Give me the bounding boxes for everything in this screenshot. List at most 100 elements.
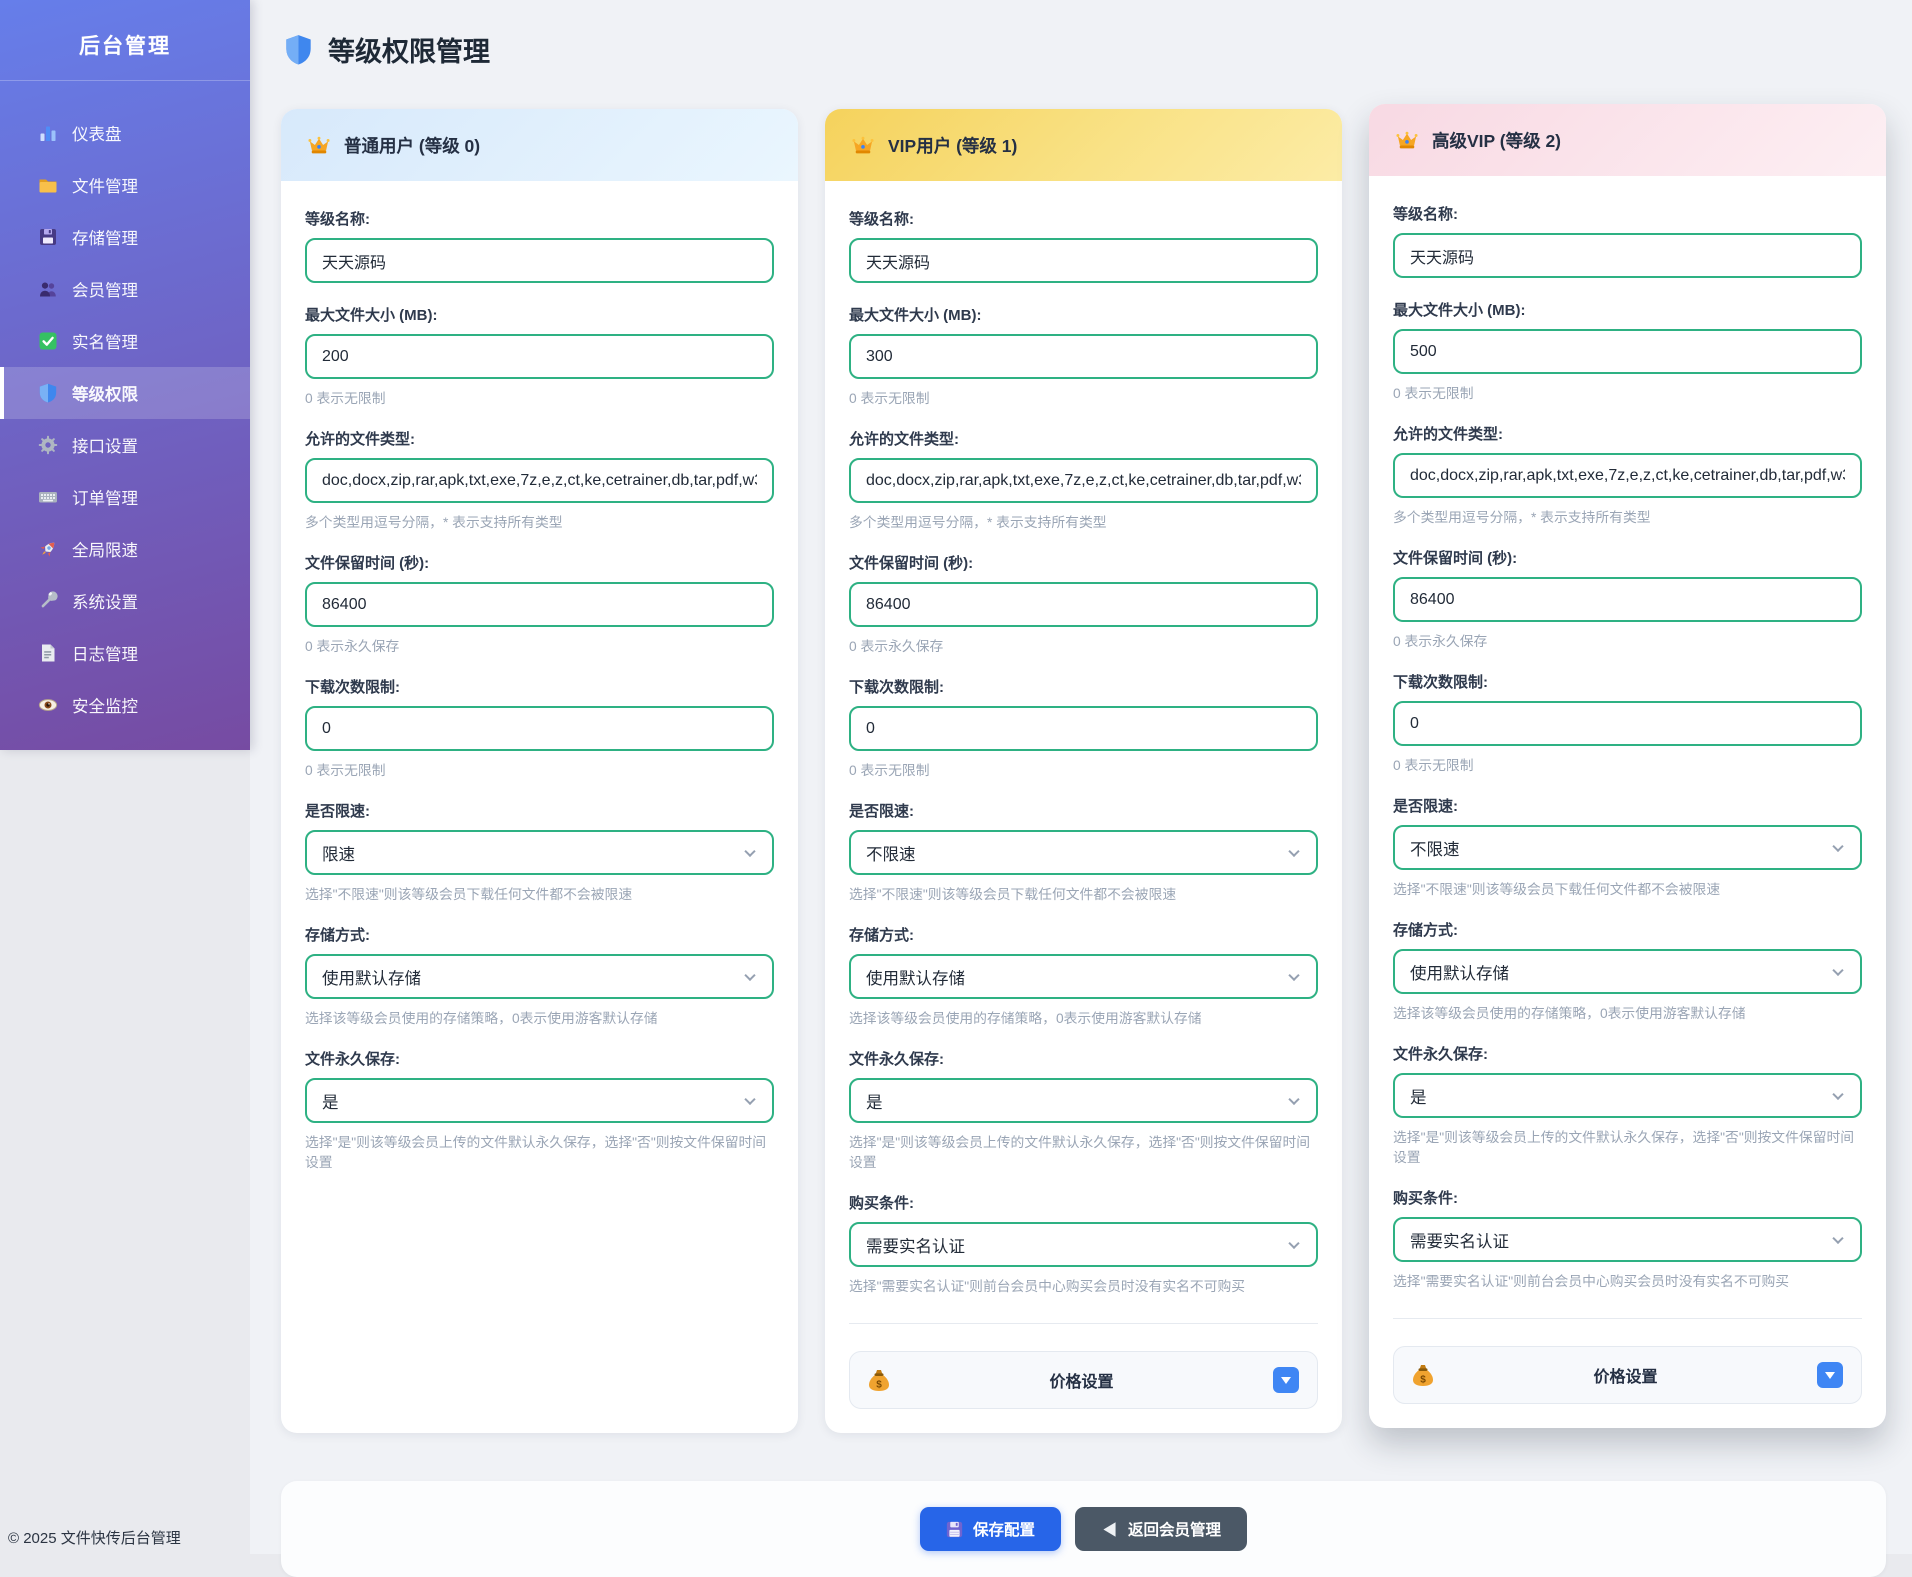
sidebar-item-label: 仪表盘	[72, 121, 122, 145]
price-toggle-button[interactable]	[1817, 1362, 1843, 1388]
permanent-label: 文件永久保存:	[849, 1048, 1318, 1069]
level-name-input[interactable]	[1393, 233, 1862, 278]
file-types-input[interactable]	[1393, 453, 1862, 498]
download-limit-input[interactable]	[305, 706, 774, 751]
sidebar-item-label: 会员管理	[72, 277, 138, 301]
permanent-label: 文件永久保存:	[1393, 1043, 1862, 1064]
crown-icon	[307, 135, 331, 155]
storage-select[interactable]: 使用默认存储	[1393, 949, 1862, 994]
triangle-down-icon	[1281, 1377, 1291, 1384]
chevron-down-icon	[1288, 1093, 1299, 1104]
permanent-save-select[interactable]: 是	[305, 1078, 774, 1123]
sidebar-item-9[interactable]: 系统设置	[0, 575, 250, 627]
price-settings-label: 价格设置	[1444, 1363, 1807, 1387]
sidebar-item-label: 日志管理	[72, 641, 138, 665]
speed-limit-select[interactable]: 不限速	[849, 830, 1318, 875]
chevron-down-icon	[744, 1093, 755, 1104]
download-limit-input[interactable]	[849, 706, 1318, 751]
level-card-1: VIP用户 (等级 1) 等级名称: 最大文件大小 (MB): 0 表示无限制 …	[825, 109, 1342, 1433]
sidebar-item-6[interactable]: 接口设置	[0, 419, 250, 471]
purchase-condition-select[interactable]: 需要实名认证	[1393, 1217, 1862, 1262]
level-name-input[interactable]	[305, 238, 774, 283]
file-types-hint: 多个类型用逗号分隔，* 表示支持所有类型	[1393, 506, 1862, 526]
save-config-button[interactable]: 保存配置	[920, 1507, 1061, 1551]
speed-limit-select[interactable]: 不限速	[1393, 825, 1862, 870]
page-header: 等级权限管理	[285, 30, 1886, 69]
permanent-hint: 选择"是"则该等级会员上传的文件默认永久保存，选择"否"则按文件保留时间设置	[849, 1131, 1318, 1171]
sidebar: 后台管理 仪表盘 文件管理 存储管理 会员管理 实名管理 等级权限 接口设置 订…	[0, 0, 250, 750]
permanent-save-select[interactable]: 是	[849, 1078, 1318, 1123]
level-name-input[interactable]	[849, 238, 1318, 283]
speed-limit-label: 是否限速:	[305, 800, 774, 821]
sidebar-item-1[interactable]: 文件管理	[0, 159, 250, 211]
retention-label: 文件保留时间 (秒):	[305, 552, 774, 573]
sidebar-item-2[interactable]: 存储管理	[0, 211, 250, 263]
save-button-label: 保存配置	[973, 1518, 1035, 1540]
file-types-input[interactable]	[849, 458, 1318, 503]
price-settings-row[interactable]: 价格设置	[1393, 1346, 1862, 1404]
sidebar-item-label: 安全监控	[72, 693, 138, 717]
card-header: 普通用户 (等级 0)	[281, 109, 798, 181]
download-limit-input[interactable]	[1393, 701, 1862, 746]
sidebar-item-11[interactable]: 安全监控	[0, 679, 250, 731]
purchase-condition-select[interactable]: 需要实名认证	[849, 1222, 1318, 1267]
retention-label: 文件保留时间 (秒):	[1393, 547, 1862, 568]
sidebar-item-0[interactable]: 仪表盘	[0, 107, 250, 159]
purchase-label: 购买条件:	[849, 1192, 1318, 1213]
max-size-input[interactable]	[305, 334, 774, 379]
download-limit-label: 下载次数限制:	[849, 676, 1318, 697]
sidebar-item-10[interactable]: 日志管理	[0, 627, 250, 679]
retention-hint: 0 表示永久保存	[1393, 630, 1862, 650]
max-size-hint: 0 表示无限制	[305, 387, 774, 407]
speed-rocket-icon	[38, 539, 58, 559]
max-size-input[interactable]	[849, 334, 1318, 379]
chevron-down-icon	[1288, 969, 1299, 980]
price-toggle-button[interactable]	[1273, 1367, 1299, 1393]
footer-bar: 保存配置 返回会员管理	[281, 1481, 1886, 1577]
retention-input[interactable]	[1393, 577, 1862, 622]
sidebar-item-label: 等级权限	[72, 381, 138, 405]
sidebar-item-5[interactable]: 等级权限	[0, 367, 250, 419]
speed-limit-label: 是否限速:	[1393, 795, 1862, 816]
price-settings-row[interactable]: 价格设置	[849, 1351, 1318, 1409]
retention-input[interactable]	[849, 582, 1318, 627]
file-types-hint: 多个类型用逗号分隔，* 表示支持所有类型	[305, 511, 774, 531]
speed-limit-select[interactable]: 限速	[305, 830, 774, 875]
page-title: 等级权限管理	[328, 30, 490, 69]
max-size-input[interactable]	[1393, 329, 1862, 374]
retention-label: 文件保留时间 (秒):	[849, 552, 1318, 573]
file-types-input[interactable]	[305, 458, 774, 503]
permanent-save-select[interactable]: 是	[1393, 1073, 1862, 1118]
retention-input[interactable]	[305, 582, 774, 627]
main-content: 等级权限管理 普通用户 (等级 0) 等级名称: 最大文件大小 (MB): 0 …	[250, 0, 1912, 1554]
max-size-label: 最大文件大小 (MB):	[849, 304, 1318, 325]
triangle-down-icon	[1825, 1372, 1835, 1379]
level-card-2: 高级VIP (等级 2) 等级名称: 最大文件大小 (MB): 0 表示无限制 …	[1369, 104, 1886, 1428]
sidebar-item-4[interactable]: 实名管理	[0, 315, 250, 367]
storage-select[interactable]: 使用默认存储	[849, 954, 1318, 999]
sidebar-item-label: 存储管理	[72, 225, 138, 249]
moneybag-icon	[1412, 1363, 1434, 1387]
sidebar-item-8[interactable]: 全局限速	[0, 523, 250, 575]
purchase-hint: 选择"需要实名认证"则前台会员中心购买会员时没有实名不可购买	[849, 1275, 1318, 1295]
storage-select[interactable]: 使用默认存储	[305, 954, 774, 999]
level-card-0: 普通用户 (等级 0) 等级名称: 最大文件大小 (MB): 0 表示无限制 允…	[281, 109, 798, 1433]
retention-hint: 0 表示永久保存	[849, 635, 1318, 655]
chevron-down-icon	[1288, 845, 1299, 856]
permanent-hint: 选择"是"则该等级会员上传的文件默认永久保存，选择"否"则按文件保留时间设置	[305, 1131, 774, 1171]
folder-icon	[38, 175, 58, 195]
chevron-down-icon	[1832, 1088, 1843, 1099]
api-gear-icon	[38, 435, 58, 455]
back-to-members-button[interactable]: 返回会员管理	[1075, 1507, 1247, 1551]
download-limit-label: 下载次数限制:	[305, 676, 774, 697]
max-size-hint: 0 表示无限制	[849, 387, 1318, 407]
sidebar-menu: 仪表盘 文件管理 存储管理 会员管理 实名管理 等级权限 接口设置 订单管理 全…	[0, 81, 250, 731]
storage-label: 存储方式:	[1393, 919, 1862, 940]
download-limit-hint: 0 表示无限制	[1393, 754, 1862, 774]
sidebar-item-7[interactable]: 订单管理	[0, 471, 250, 523]
sidebar-item-label: 接口设置	[72, 433, 138, 457]
chevron-down-icon	[1832, 840, 1843, 851]
back-icon	[1101, 1521, 1118, 1538]
sidebar-item-3[interactable]: 会员管理	[0, 263, 250, 315]
card-header: 高级VIP (等级 2)	[1369, 104, 1886, 176]
